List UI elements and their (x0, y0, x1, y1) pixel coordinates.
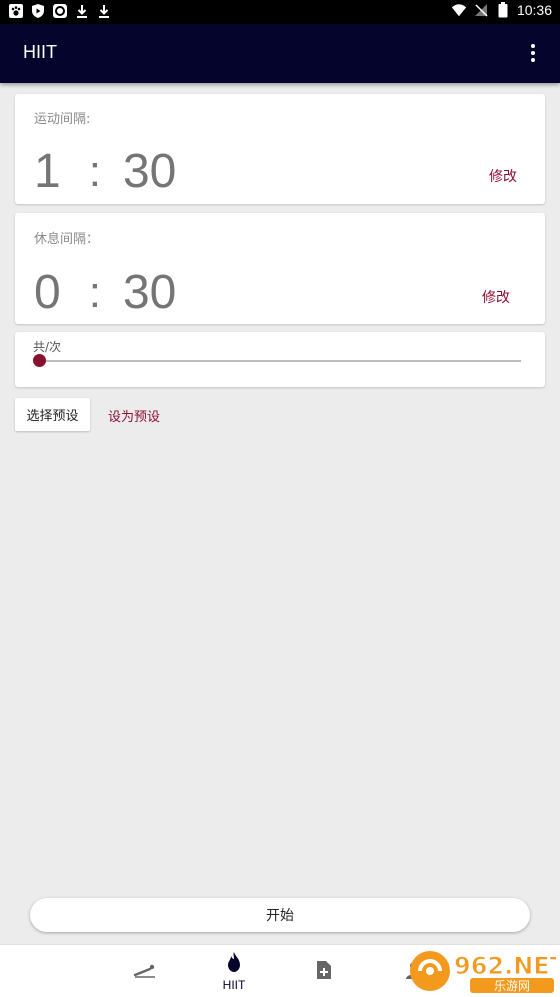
clock-time: 10:36 (516, 2, 552, 18)
app-bar: HIIT (0, 24, 560, 83)
wifi-icon (451, 2, 467, 18)
add-document-icon (315, 960, 333, 984)
nav-item-add-record[interactable] (284, 945, 364, 997)
status-bar-notifications (8, 3, 112, 19)
edit-rest-interval-button[interactable]: 修改 (482, 287, 510, 307)
time-separator: : (88, 267, 101, 317)
exercise-minutes: 1 (34, 145, 61, 198)
nav-item-plank[interactable] (105, 945, 185, 997)
site-watermark-logo: 962.NET 乐游网 (408, 948, 560, 994)
rest-interval-label: 休息间隔： (34, 232, 100, 247)
shield-icon (30, 3, 46, 19)
rest-minutes: 0 (34, 266, 61, 319)
rounds-slider-track[interactable] (39, 360, 521, 362)
exercise-interval-card: 运动间隔: 1 : 30 修改 (15, 94, 545, 204)
nav-item-hiit[interactable]: HIIT (194, 945, 274, 997)
no-signal-icon (473, 2, 489, 18)
rest-seconds: 30 (122, 266, 177, 319)
time-separator: : (88, 146, 101, 196)
svg-text:962.NET: 962.NET (454, 952, 556, 980)
rounds-card: 共/次 (15, 332, 545, 387)
select-preset-button[interactable]: 选择预设 (15, 398, 90, 431)
set-as-preset-button[interactable]: 设为预设 (108, 406, 160, 425)
flame-icon (225, 951, 243, 977)
nav-label-hiit: HIIT (222, 978, 246, 992)
download-icon (96, 3, 112, 19)
download-icon (74, 3, 90, 19)
status-bar-system: 10:36 (451, 2, 552, 18)
exercise-seconds: 30 (122, 145, 177, 198)
plank-icon (133, 960, 157, 984)
app-icon (52, 3, 68, 19)
rest-interval-card: 休息间隔： 0 : 30 修改 (15, 213, 545, 324)
rounds-label: 共/次 (33, 340, 62, 354)
battery-icon (495, 2, 511, 18)
paw-icon (8, 3, 24, 19)
edit-exercise-interval-button[interactable]: 修改 (489, 166, 517, 186)
rest-interval-time: 0 : 30 (34, 265, 176, 320)
rounds-slider-thumb[interactable] (33, 354, 46, 367)
start-button[interactable]: 开始 (30, 898, 530, 932)
exercise-interval-time: 1 : 30 (34, 144, 176, 199)
svg-text:乐游网: 乐游网 (494, 979, 530, 993)
more-vert-icon[interactable] (528, 42, 538, 64)
status-bar: 10:36 (0, 0, 560, 24)
app-title: HIIT (23, 42, 57, 62)
exercise-interval-label: 运动间隔: (34, 112, 91, 127)
